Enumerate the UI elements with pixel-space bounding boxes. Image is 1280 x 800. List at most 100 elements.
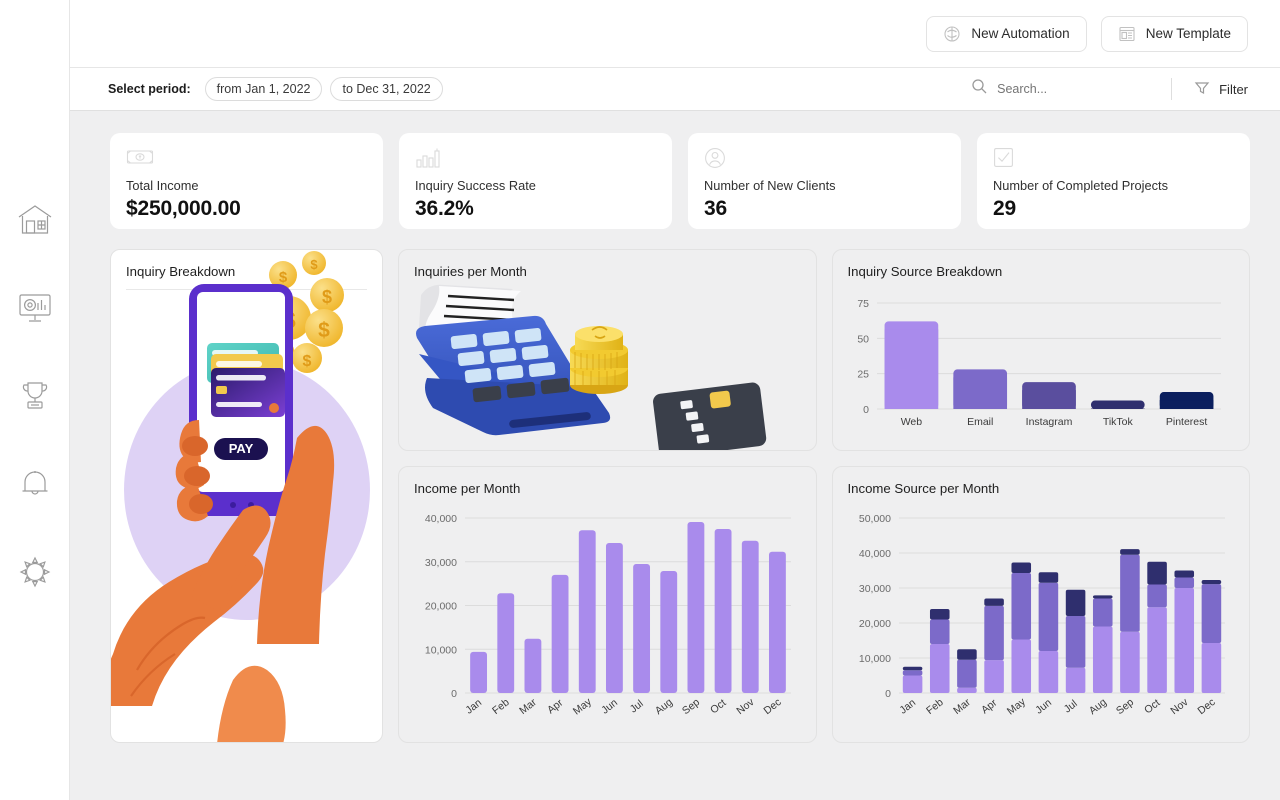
search-icon <box>971 78 988 100</box>
svg-text:Email: Email <box>967 416 993 428</box>
sidebar-item-settings[interactable] <box>13 550 57 594</box>
svg-text:Aug: Aug <box>1086 696 1108 717</box>
svg-text:Feb: Feb <box>924 696 946 717</box>
panels-row-bottom: Income per Month 0 10,000 20,000 30,000 40,0… <box>398 466 1250 743</box>
panels-row-top: Inquiries per Month Inquiry Source Break… <box>398 249 1250 451</box>
svg-text:Dec: Dec <box>762 696 784 717</box>
chart-income-per-month: 0 10,000 20,000 30,000 40,000 Jan Feb Mar Apr May… <box>399 496 816 742</box>
kpi-row: Total Income $250,000.00 Inquiry Success… <box>110 133 1250 229</box>
mobile-payment-illustration: $ $ $ $ $ $ $ $ <box>111 250 382 742</box>
svg-text:$: $ <box>322 287 332 307</box>
panel-title: Income per Month <box>414 481 521 496</box>
template-icon <box>1118 25 1136 43</box>
svg-text:Aug: Aug <box>653 696 675 717</box>
dashboard-app: New Automation New Template Select perio… <box>0 0 1280 800</box>
svg-text:Oct: Oct <box>708 697 728 717</box>
panel-inquiry-breakdown: Inquiry Breakdown $ $ $ $ $ PAY <box>110 249 383 743</box>
svg-text:0: 0 <box>451 688 457 700</box>
period-to-pill[interactable]: to Dec 31, 2022 <box>330 77 443 101</box>
panel-title: Income Source per Month <box>847 481 1000 496</box>
kpi-card-inquiry-success-rate: Inquiry Success Rate 36.2% <box>399 133 672 229</box>
svg-text:50,000: 50,000 <box>858 513 890 525</box>
svg-text:Jun: Jun <box>599 697 620 717</box>
bell-icon <box>16 467 54 501</box>
new-automation-button[interactable]: New Automation <box>926 15 1087 52</box>
kpi-value: 36 <box>704 197 727 220</box>
search-area[interactable] <box>971 78 1161 100</box>
svg-text:Dec: Dec <box>1195 696 1217 717</box>
sidebar-item-achievements[interactable] <box>13 374 57 418</box>
search-input[interactable] <box>997 82 1148 96</box>
filter-bar: Select period: from Jan 1, 2022 to Dec 3… <box>70 68 1280 111</box>
trophy-icon <box>16 379 54 413</box>
svg-text:Oct: Oct <box>1142 697 1162 717</box>
panel-title: Inquiry Breakdown <box>126 264 236 279</box>
pos-terminal-illustration <box>399 250 816 450</box>
kpi-value: 36.2% <box>415 197 474 220</box>
svg-text:10,000: 10,000 <box>858 653 890 665</box>
svg-text:Apr: Apr <box>979 697 1000 717</box>
svg-text:Mar: Mar <box>951 696 973 717</box>
svg-text:Jul: Jul <box>1061 698 1079 716</box>
svg-text:0: 0 <box>885 688 891 700</box>
select-period-label: Select period: <box>108 82 191 96</box>
main-region: New Automation New Template Select perio… <box>70 0 1280 800</box>
svg-text:Feb: Feb <box>490 696 512 717</box>
panel-inquiry-source-breakdown: Inquiry Source Breakdown 0 25 50 75 Web Email… <box>831 249 1250 451</box>
chart-income-source: 0 10,000 20,000 30,000 40,000 50,000 Jan Feb Mar… <box>833 496 1250 742</box>
svg-text:25: 25 <box>857 369 869 381</box>
toolbar-divider <box>1171 78 1173 100</box>
svg-text:0: 0 <box>863 404 869 416</box>
kpi-label: Number of New Clients <box>704 178 836 193</box>
filter-label: Filter <box>1219 81 1248 97</box>
banknote-icon <box>126 147 367 169</box>
svg-text:40,000: 40,000 <box>425 513 457 525</box>
new-template-label: New Template <box>1145 26 1231 41</box>
svg-text:75: 75 <box>857 298 869 310</box>
panel-inquiries-per-month: Inquiries per Month <box>398 249 817 451</box>
kpi-value: 29 <box>993 197 1016 220</box>
kpi-card-completed-projects: Number of Completed Projects 29 <box>977 133 1250 229</box>
gear-icon <box>16 554 54 590</box>
svg-text:Jul: Jul <box>628 698 646 716</box>
svg-text:Jan: Jan <box>463 697 484 717</box>
sidebar <box>0 0 70 800</box>
svg-text:Jun: Jun <box>1033 697 1054 717</box>
home-icon <box>16 203 54 237</box>
right-column: Inquiries per Month Inquiry Source Break… <box>398 249 1250 743</box>
svg-text:20,000: 20,000 <box>858 618 890 630</box>
svg-text:Nov: Nov <box>734 696 757 717</box>
dashboard-content: Total Income $250,000.00 Inquiry Success… <box>70 111 1280 800</box>
panel-income-per-month: Income per Month 0 10,000 20,000 30,000 40,0… <box>398 466 817 743</box>
filter-button[interactable]: Filter <box>1194 80 1248 99</box>
sidebar-item-notifications[interactable] <box>13 462 57 506</box>
svg-text:Sep: Sep <box>1114 696 1136 717</box>
svg-text:Pinterest: Pinterest <box>1165 416 1207 428</box>
svg-text:50: 50 <box>857 333 869 345</box>
svg-text:May: May <box>571 695 595 717</box>
pay-button-label: PAY <box>229 441 254 456</box>
top-toolbar: New Automation New Template <box>70 0 1280 68</box>
kpi-label: Inquiry Success Rate <box>415 178 536 193</box>
svg-text:TikTok: TikTok <box>1102 416 1133 428</box>
period-from-pill[interactable]: from Jan 1, 2022 <box>204 77 323 101</box>
svg-text:40,000: 40,000 <box>858 548 890 560</box>
svg-text:Web: Web <box>900 416 922 428</box>
svg-text:$: $ <box>303 353 312 370</box>
kpi-value: $250,000.00 <box>126 197 241 220</box>
new-template-button[interactable]: New Template <box>1100 15 1248 52</box>
panel-title: Inquiries per Month <box>414 264 527 279</box>
kpi-label: Total Income <box>126 178 199 193</box>
new-automation-label: New Automation <box>971 26 1070 41</box>
automation-icon <box>943 25 961 43</box>
svg-text:30,000: 30,000 <box>858 583 890 595</box>
sidebar-item-home[interactable] <box>13 198 57 242</box>
kpi-card-total-income: Total Income $250,000.00 <box>110 133 383 229</box>
sidebar-item-dashboard[interactable] <box>13 286 57 330</box>
svg-text:Mar: Mar <box>517 696 539 717</box>
svg-text:20,000: 20,000 <box>425 601 457 613</box>
svg-text:Jan: Jan <box>897 697 918 717</box>
left-column: Inquiry Breakdown $ $ $ $ $ PAY <box>110 249 383 743</box>
svg-text:Sep: Sep <box>680 696 702 717</box>
svg-text:$: $ <box>318 319 330 342</box>
